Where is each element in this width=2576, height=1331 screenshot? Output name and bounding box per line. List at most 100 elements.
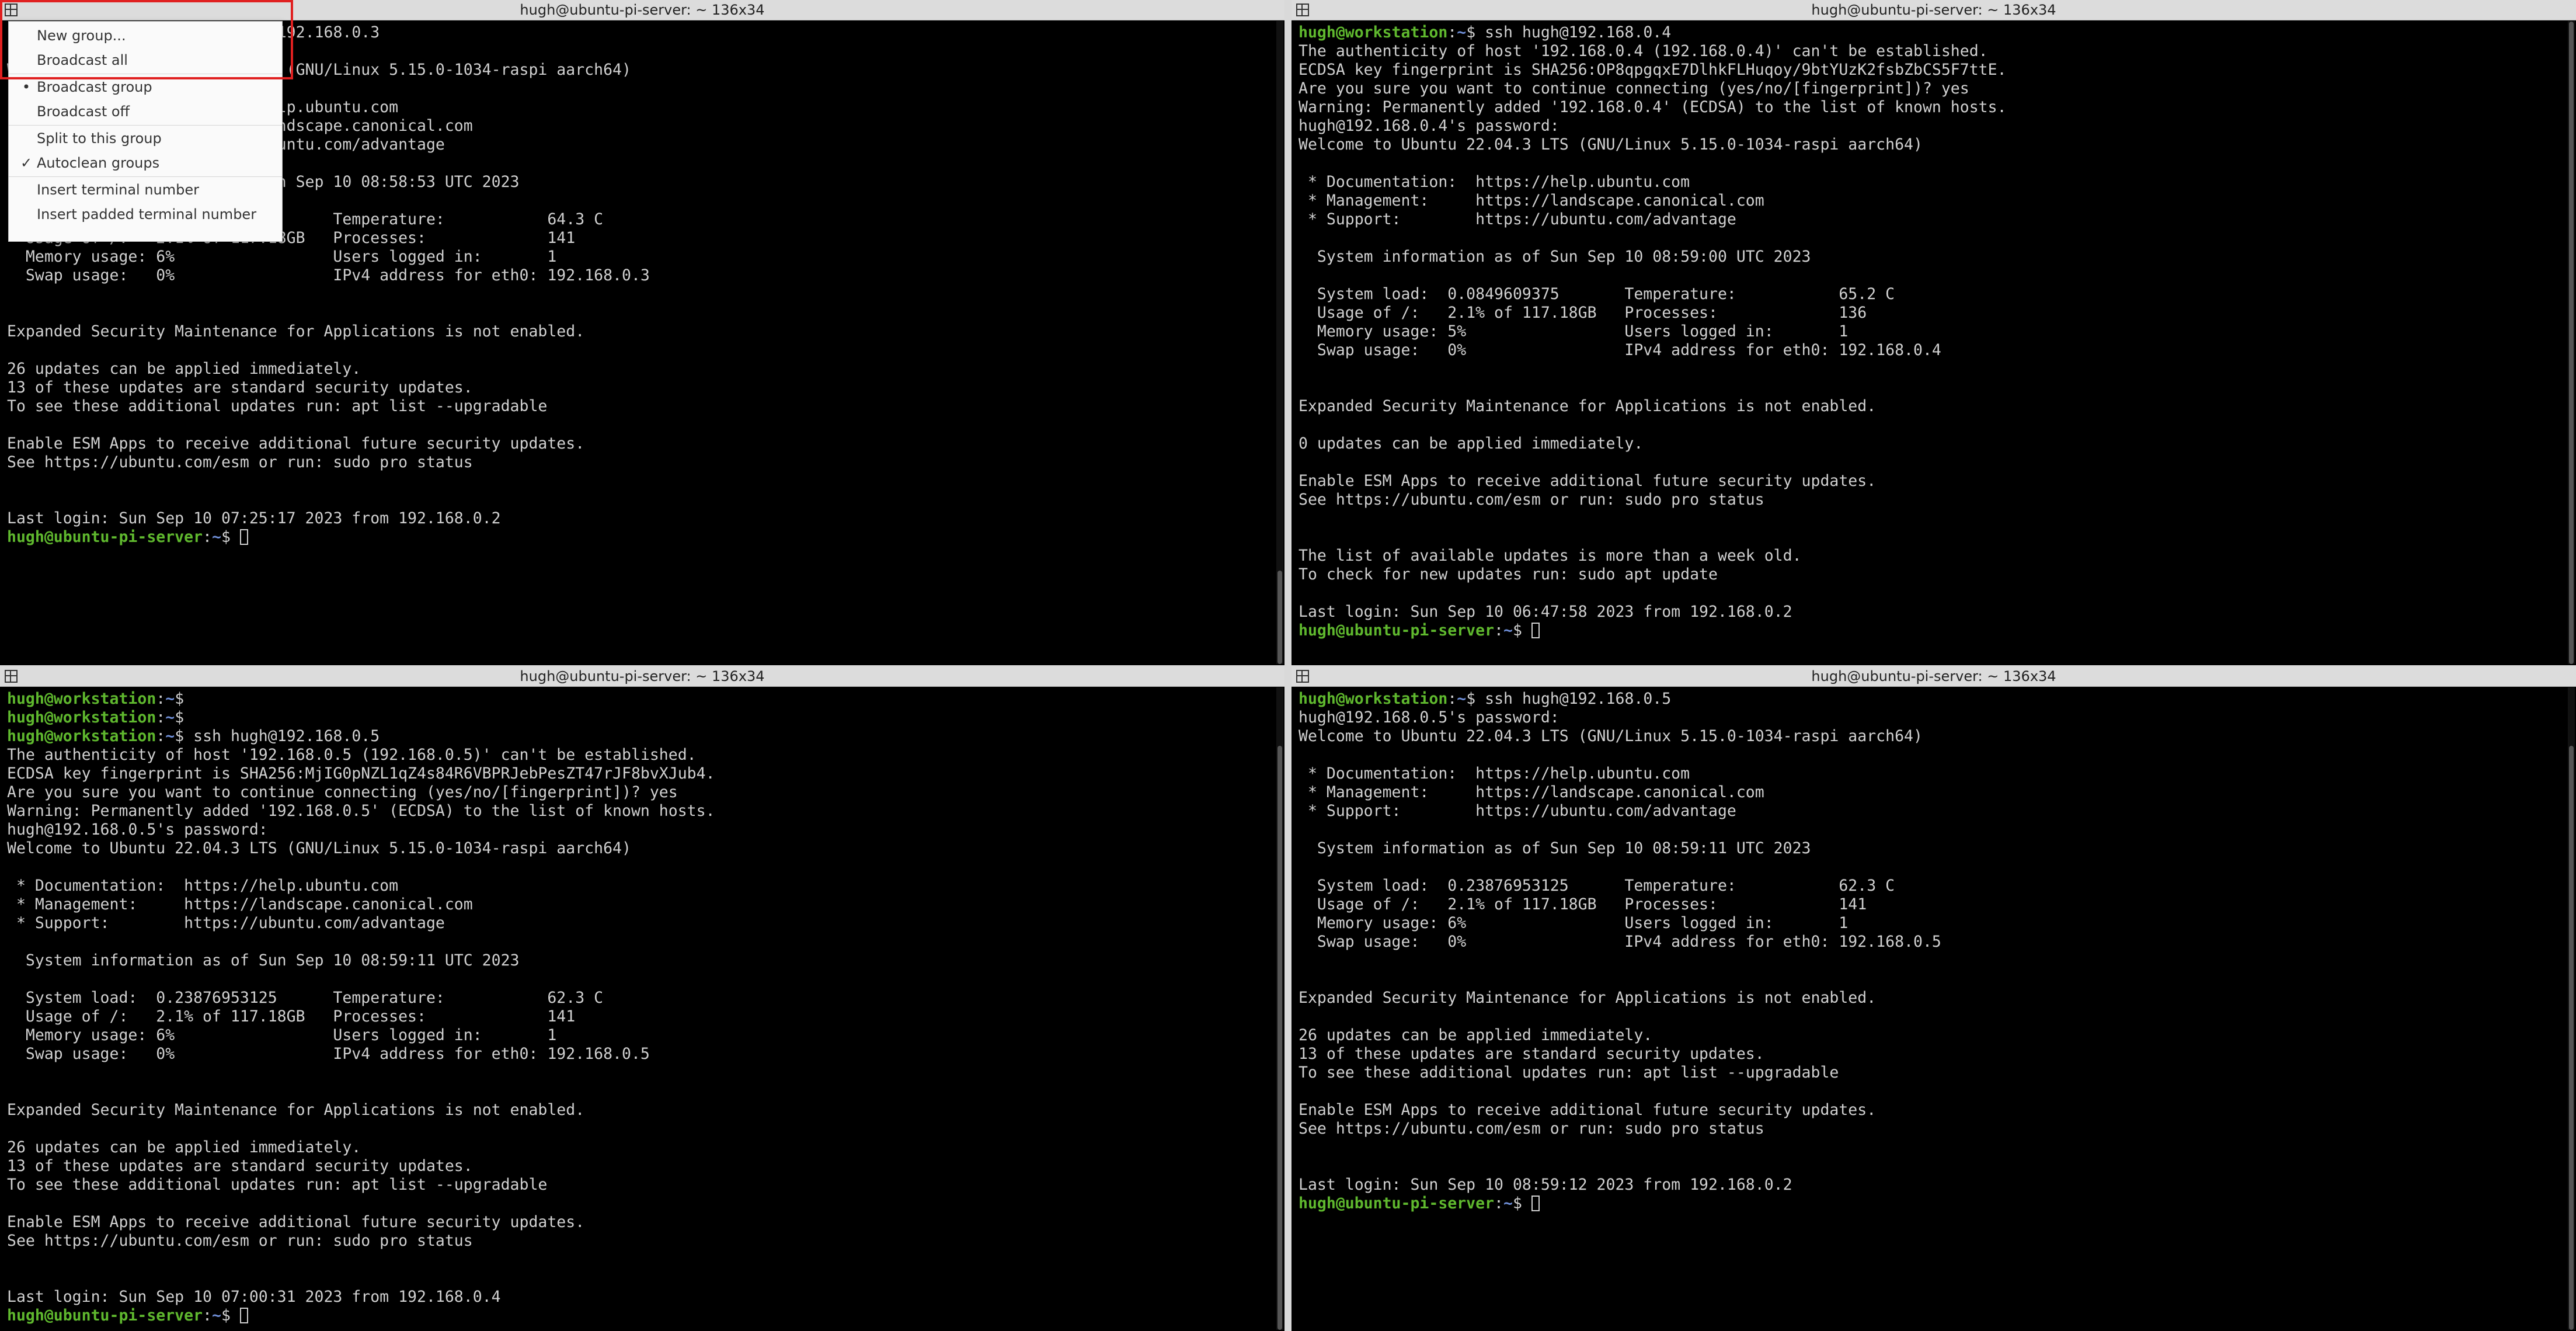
terminal-pane-bottom-left[interactable]: hugh@ubuntu-pi-server: ~ 136x34 hugh@wor… <box>0 666 1284 1331</box>
terminal-line: * Management: https://landscape.canonica… <box>7 895 1273 914</box>
menu-item-label: Broadcast all <box>37 52 128 68</box>
menu-item-broadcast-all[interactable]: Broadcast all <box>9 48 282 72</box>
terminal-pane-top-right[interactable]: hugh@ubuntu-pi-server: ~ 136x34 hugh@wor… <box>1292 0 2576 665</box>
terminal-text: The authenticity of host '192.168.0.4 (1… <box>1299 42 1988 60</box>
menu-item-new-group[interactable]: New group... <box>9 24 282 47</box>
terminal-text: To see these additional updates run: apt… <box>7 1176 548 1194</box>
prompt-prompt: hugh@workstation <box>7 727 156 745</box>
terminal-text: * Management: https://landscape.canonica… <box>7 895 473 913</box>
group-grid-icon[interactable] <box>5 670 18 683</box>
terminal-line: 13 of these updates are standard securit… <box>1299 1045 2564 1064</box>
pane-titlebar[interactable]: hugh@ubuntu-pi-server: ~ 136x34 <box>1292 666 2576 687</box>
scrollbar-thumb[interactable] <box>1277 746 1282 1330</box>
terminal-line: System information as of Sun Sep 10 08:5… <box>1299 839 2564 858</box>
prompt-sep: : <box>203 528 213 546</box>
terminal-text: 13 of these updates are standard securit… <box>1299 1045 1764 1063</box>
pane-titlebar[interactable]: hugh@ubuntu-pi-server: ~ 136x34 <box>1292 0 2576 20</box>
pane-titlebar[interactable]: hugh@ubuntu-pi-server: ~ 136x34 <box>0 666 1284 687</box>
terminal-line: * Support: https://ubuntu.com/advantage <box>1299 802 2564 821</box>
terminal-line: hugh@workstation:~$ <box>7 708 1273 727</box>
terminal-text: Memory usage: 6% Users logged in: 1 <box>7 1026 557 1044</box>
menu-item-autoclean-groups[interactable]: ✓ Autoclean groups <box>9 151 282 175</box>
menu-item-broadcast-group[interactable]: • Broadcast group <box>9 75 282 99</box>
terminal-text: To see these additional updates run: apt… <box>1299 1064 1839 1082</box>
terminal-text: See https://ubuntu.com/esm or run: sudo … <box>7 1232 473 1250</box>
group-grid-icon[interactable] <box>5 4 18 16</box>
scrollbar[interactable] <box>2568 21 2575 664</box>
terminal-text: * Documentation: https://help.ubuntu.com <box>7 877 399 895</box>
terminal-line: Expanded Security Maintenance for Applic… <box>1299 989 2564 1007</box>
prompt-prompt: hugh@ubuntu-pi-server <box>1299 621 1495 640</box>
terminal-line: 26 updates can be applied immediately. <box>7 360 1273 378</box>
pane-title: hugh@ubuntu-pi-server: ~ 136x34 <box>520 2 765 18</box>
menu-item-label: Insert padded terminal number <box>37 206 257 223</box>
prompt-sep: : <box>156 727 166 745</box>
group-grid-icon[interactable] <box>1296 4 1309 16</box>
terminal-output[interactable]: hugh@workstation:~$ ssh hugh@192.168.0.5… <box>1299 690 2564 1329</box>
terminal-output[interactable]: hugh@workstation:~$ ssh hugh@192.168.0.4… <box>1299 23 2564 663</box>
terminal-text: Last login: Sun Sep 10 08:59:12 2023 fro… <box>1299 1176 1792 1194</box>
terminal-text: System information as of Sun Sep 10 08:5… <box>1299 248 1811 266</box>
terminal-line: The authenticity of host '192.168.0.4 (1… <box>1299 42 2564 61</box>
terminal-text: Swap usage: 0% IPv4 address for eth0: 19… <box>7 1045 650 1063</box>
terminal-text: * Documentation: https://help.ubuntu.com <box>1299 764 1690 783</box>
terminal-line: hugh@workstation:~$ <box>7 690 1273 708</box>
menu-item-broadcast-off[interactable]: Broadcast off <box>9 100 282 123</box>
scrollbar-thumb[interactable] <box>1277 571 1282 664</box>
terminal-pane-bottom-right[interactable]: hugh@ubuntu-pi-server: ~ 136x34 hugh@wor… <box>1292 666 2576 1331</box>
terminal-text: 13 of these updates are standard securit… <box>7 378 473 397</box>
scrollbar[interactable] <box>1276 687 1283 1330</box>
prompt-path: ~ <box>165 708 175 727</box>
prompt-prompt: hugh@workstation <box>1299 23 1448 41</box>
menu-item-split-to-this-group[interactable]: Split to this group <box>9 127 282 150</box>
prompt-sep: : <box>1447 23 1457 41</box>
terminal-text: Swap usage: 0% IPv4 address for eth0: 19… <box>1299 933 1941 951</box>
menu-item-label: Broadcast group <box>37 79 152 95</box>
menu-item-label: Insert terminal number <box>37 182 200 198</box>
terminal-line: hugh@192.168.0.4's password: <box>1299 117 2564 135</box>
terminal-line: hugh@workstation:~$ ssh hugh@192.168.0.5 <box>7 727 1273 746</box>
terminal-line: Memory usage: 5% Users logged in: 1 <box>1299 322 2564 341</box>
terminal-line: Swap usage: 0% IPv4 address for eth0: 19… <box>1299 341 2564 360</box>
checkmark-icon: ✓ <box>20 155 33 171</box>
terminal-text: Usage of /: 2.1% of 117.18GB Processes: … <box>1299 895 1867 913</box>
terminal-text: $ <box>221 1306 240 1325</box>
terminal-line: * Documentation: https://help.ubuntu.com <box>1299 764 2564 783</box>
pane-titlebar[interactable]: hugh@ubuntu-pi-server: ~ 136x34 <box>0 0 1284 20</box>
scrollbar[interactable] <box>2568 687 2575 1330</box>
terminal-line: See https://ubuntu.com/esm or run: sudo … <box>1299 491 2564 509</box>
terminal-text: Enable ESM Apps to receive additional fu… <box>7 1213 585 1231</box>
menu-item-insert-padded-terminal-number[interactable]: Insert padded terminal number <box>9 203 282 226</box>
terminal-text: hugh@192.168.0.4's password: <box>1299 117 1559 135</box>
menu-item-insert-terminal-number[interactable]: Insert terminal number <box>9 178 282 201</box>
terminal-line: hugh@ubuntu-pi-server:~$ <box>1299 1194 2564 1213</box>
prompt-prompt: hugh@workstation <box>7 690 156 708</box>
terminal-line: To see these additional updates run: apt… <box>1299 1064 2564 1082</box>
terminal-line: 26 updates can be applied immediately. <box>1299 1026 2564 1045</box>
terminal-line: Expanded Security Maintenance for Applic… <box>1299 397 2564 416</box>
terminal-output[interactable]: hugh@workstation:~$ hugh@workstation:~$ hu… <box>7 690 1273 1329</box>
group-grid-icon[interactable] <box>1296 670 1309 683</box>
terminal-text: Memory usage: 5% Users logged in: 1 <box>1299 322 1849 340</box>
scrollbar[interactable] <box>1276 21 1283 664</box>
terminal-line: hugh@192.168.0.5's password: <box>1299 708 2564 727</box>
terminal-line: Enable ESM Apps to receive additional fu… <box>7 435 1273 453</box>
terminal-text: Welcome to Ubuntu 22.04.3 LTS (GNU/Linux… <box>7 839 631 857</box>
terminal-line: 0 updates can be applied immediately. <box>1299 435 2564 453</box>
terminal-line: System load: 0.23876953125 Temperature: … <box>1299 877 2564 895</box>
scrollbar-thumb[interactable] <box>2569 22 2574 664</box>
scrollbar-thumb[interactable] <box>2569 746 2574 1330</box>
terminal-line: hugh@ubuntu-pi-server:~$ <box>7 528 1273 547</box>
